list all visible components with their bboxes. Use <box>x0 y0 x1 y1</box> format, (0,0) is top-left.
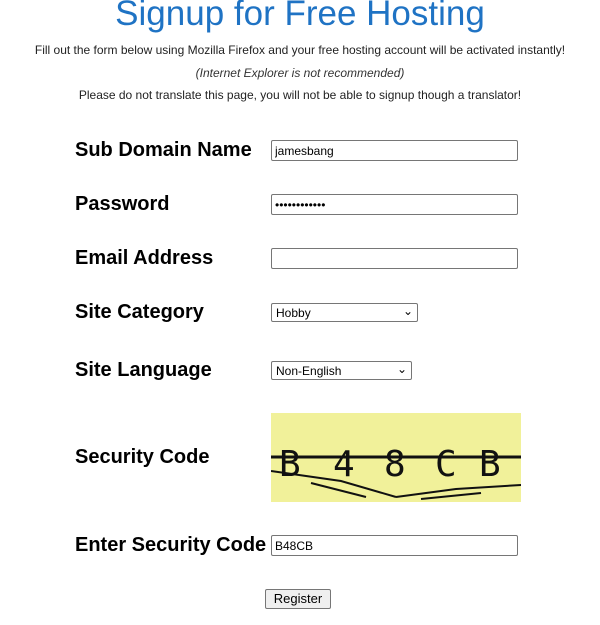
language-label: Site Language <box>75 359 212 381</box>
captcha-char-5: B <box>479 444 501 485</box>
register-button[interactable]: Register <box>265 589 331 609</box>
captcha-noise-line <box>420 492 482 500</box>
language-select[interactable]: Non-English ⌄ <box>271 361 412 380</box>
page-title: Signup for Free Hosting <box>115 0 485 33</box>
chevron-down-icon: ⌄ <box>402 304 413 318</box>
translate-note: Please do not translate this page, you w… <box>78 88 522 102</box>
email-label: Email Address <box>75 247 214 269</box>
subdomain-input[interactable] <box>271 140 518 161</box>
captcha-char-1: B <box>279 444 301 485</box>
category-select[interactable]: Hobby ⌄ <box>271 303 418 322</box>
category-label: Site Category <box>75 301 204 323</box>
language-selected: Non-English <box>276 364 342 378</box>
email-input[interactable] <box>271 248 518 269</box>
subdomain-label: Sub Domain Name <box>75 139 252 161</box>
security-code-input[interactable] <box>271 535 518 556</box>
captcha-graphic: B 4 8 C B <box>271 444 521 500</box>
security-code-label: Security Code <box>75 446 210 468</box>
intro-text: Fill out the form below using Mozilla Fi… <box>34 43 566 57</box>
enter-security-code-label: Enter Security Code <box>75 534 267 556</box>
password-label: Password <box>75 193 170 215</box>
browser-note: (Internet Explorer is not recommended) <box>195 66 405 80</box>
captcha-char-4: C <box>435 444 457 485</box>
captcha-image: B 4 8 C B <box>271 413 521 502</box>
captcha-char-3: 8 <box>384 444 406 485</box>
category-selected: Hobby <box>276 306 311 320</box>
password-input[interactable] <box>271 194 518 215</box>
chevron-down-icon: ⌄ <box>396 362 407 376</box>
captcha-char-2: 4 <box>333 444 355 485</box>
